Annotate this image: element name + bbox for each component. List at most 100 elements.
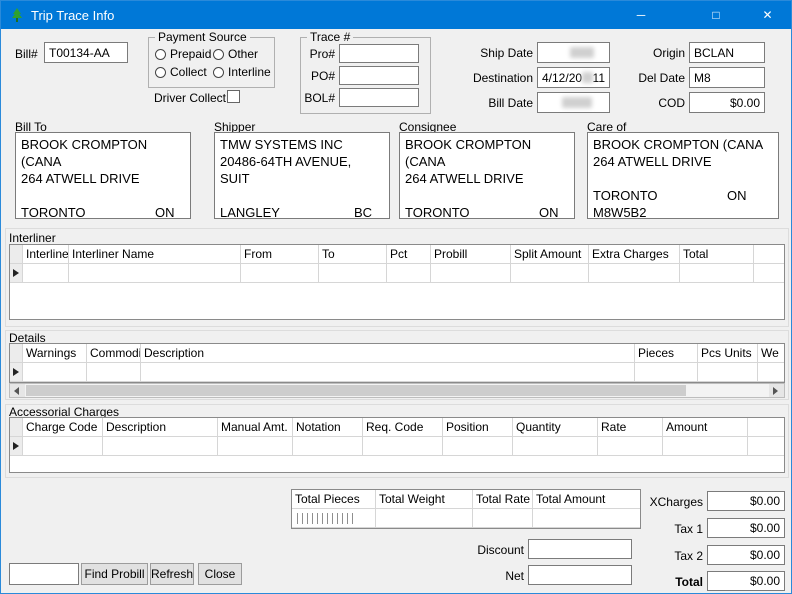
destination-value-suffix: 11 <box>593 71 605 85</box>
column-header[interactable]: Interliner <box>23 245 69 263</box>
destination-field[interactable]: 4/12/20 11 <box>537 67 610 88</box>
bill-to-address-box[interactable]: BROOK CROMPTON (CANA 264 ATWELL DRIVE TO… <box>15 132 191 219</box>
column-header[interactable]: Position <box>443 418 513 436</box>
radio-circle-icon <box>155 67 166 78</box>
address-province: BC <box>354 204 372 219</box>
total-value: $0.00 <box>750 574 780 588</box>
header-selector-cell <box>10 245 23 263</box>
totals-header-row: Total Pieces Total Weight Total Rate Tot… <box>292 490 640 509</box>
accessorial-empty-row[interactable] <box>10 437 784 456</box>
cod-label: COD <box>625 96 685 110</box>
payment-source-groupbox: Payment Source Prepaid Other Collect Int… <box>148 37 275 88</box>
column-header[interactable]: We <box>758 344 785 362</box>
column-header: Total Weight <box>376 490 473 508</box>
tax2-label: Tax 2 <box>623 549 703 563</box>
column-header[interactable]: Quantity <box>513 418 598 436</box>
po-number-field[interactable] <box>339 66 419 85</box>
address-city: LANGLEY <box>220 205 280 219</box>
column-header[interactable]: Split Amount <box>511 245 589 263</box>
tax1-field[interactable]: $0.00 <box>707 518 785 538</box>
discount-field[interactable] <box>528 539 632 559</box>
radio-circle-icon <box>155 49 166 60</box>
address-name: TMW SYSTEMS INC <box>220 136 384 153</box>
radio-other[interactable]: Other <box>213 47 258 61</box>
redaction <box>582 72 592 83</box>
column-header[interactable]: Notation <box>293 418 363 436</box>
column-header[interactable]: Total <box>680 245 754 263</box>
details-horizontal-scrollbar[interactable] <box>9 383 785 398</box>
consignee-address-box[interactable]: BROOK CROMPTON (CANA 264 ATWELL DRIVE TO… <box>399 132 575 219</box>
bill-number-field[interactable]: T00134-AA <box>44 42 128 63</box>
address-city: TORONTO <box>21 205 86 219</box>
pro-number-field[interactable] <box>339 44 419 63</box>
scroll-left-icon[interactable] <box>10 384 25 397</box>
probill-search-input[interactable] <box>9 563 79 585</box>
details-grid: Warnings Commodity Description Pieces Pc… <box>9 343 785 383</box>
tax2-field[interactable]: $0.00 <box>707 545 785 565</box>
radio-circle-icon <box>213 49 224 60</box>
interliner-empty-row[interactable] <box>10 264 784 283</box>
column-header[interactable]: Amount <box>663 418 748 436</box>
column-header[interactable]: Manual Amt. <box>218 418 293 436</box>
radio-interline[interactable]: Interline <box>213 65 271 79</box>
bol-number-field[interactable] <box>339 88 419 107</box>
row-selector-cell[interactable] <box>10 437 23 455</box>
del-date-field[interactable]: M8 <box>689 67 765 88</box>
column-header[interactable]: Pieces <box>635 344 698 362</box>
scroll-right-icon[interactable] <box>769 384 784 397</box>
close-dialog-button[interactable]: Close <box>198 563 242 585</box>
column-header[interactable]: Req. Code <box>363 418 443 436</box>
radio-prepaid[interactable]: Prepaid <box>155 47 211 61</box>
bill-number-label: Bill# <box>15 47 38 61</box>
driver-collect-label: Driver Collect <box>154 91 226 105</box>
address-name: BROOK CROMPTON (CANA <box>405 136 569 170</box>
column-header[interactable]: Extra Charges <box>589 245 680 263</box>
scrollbar-thumb[interactable] <box>26 385 686 396</box>
column-header-filler <box>754 245 784 263</box>
address-postal: M8W5B2 <box>593 204 773 219</box>
cod-field[interactable]: $0.00 <box>689 92 765 113</box>
refresh-button[interactable]: Refresh <box>150 563 194 585</box>
details-empty-row[interactable] <box>10 363 784 382</box>
radio-label: Prepaid <box>170 47 211 61</box>
driver-collect-checkbox[interactable] <box>227 90 240 103</box>
column-header[interactable]: Pcs Units <box>698 344 758 362</box>
total-label: Total <box>623 575 703 589</box>
row-selector-cell[interactable] <box>10 363 23 381</box>
column-header[interactable]: Charge Code <box>23 418 103 436</box>
xcharges-label: XCharges <box>623 495 703 509</box>
column-header[interactable]: Description <box>141 344 635 362</box>
column-header[interactable]: To <box>319 245 387 263</box>
column-header[interactable]: Commodity <box>87 344 141 362</box>
address-name: BROOK CROMPTON (CANA <box>21 136 185 170</box>
maximize-button[interactable]: □ <box>691 1 741 29</box>
origin-field[interactable]: BCLAN <box>689 42 765 63</box>
find-probill-button[interactable]: Find Probill <box>81 563 148 585</box>
totals-value-row <box>292 509 640 528</box>
titlebar[interactable]: Trip Trace Info ─ □ ✕ <box>1 1 791 29</box>
minimize-button[interactable]: ─ <box>616 1 666 29</box>
radio-collect[interactable]: Collect <box>155 65 207 79</box>
xcharges-field[interactable]: $0.00 <box>707 491 785 511</box>
destination-label: Destination <box>453 71 533 85</box>
column-header[interactable]: Warnings <box>23 344 87 362</box>
column-header: Total Rate <box>473 490 533 508</box>
tax1-label: Tax 1 <box>623 522 703 536</box>
row-selector-cell[interactable] <box>10 264 23 282</box>
net-field[interactable] <box>528 565 632 585</box>
column-header[interactable]: Interliner Name <box>69 245 241 263</box>
tax2-value: $0.00 <box>750 548 780 562</box>
close-button[interactable]: ✕ <box>743 1 792 29</box>
column-header[interactable]: Description <box>103 418 218 436</box>
column-header[interactable]: Probill <box>431 245 511 263</box>
column-header[interactable]: Rate <box>598 418 663 436</box>
bill-date-field[interactable] <box>537 92 610 113</box>
column-header[interactable]: Pct <box>387 245 431 263</box>
shipper-address-box[interactable]: TMW SYSTEMS INC 20486-64TH AVENUE, SUIT … <box>214 132 390 219</box>
care-of-address-box[interactable]: BROOK CROMPTON (CANA 264 ATWELL DRIVE TO… <box>587 132 779 219</box>
column-header[interactable]: From <box>241 245 319 263</box>
address-city: TORONTO <box>405 205 470 219</box>
ship-date-field[interactable] <box>537 42 610 63</box>
total-field[interactable]: $0.00 <box>707 571 785 591</box>
app-icon[interactable] <box>9 7 25 23</box>
